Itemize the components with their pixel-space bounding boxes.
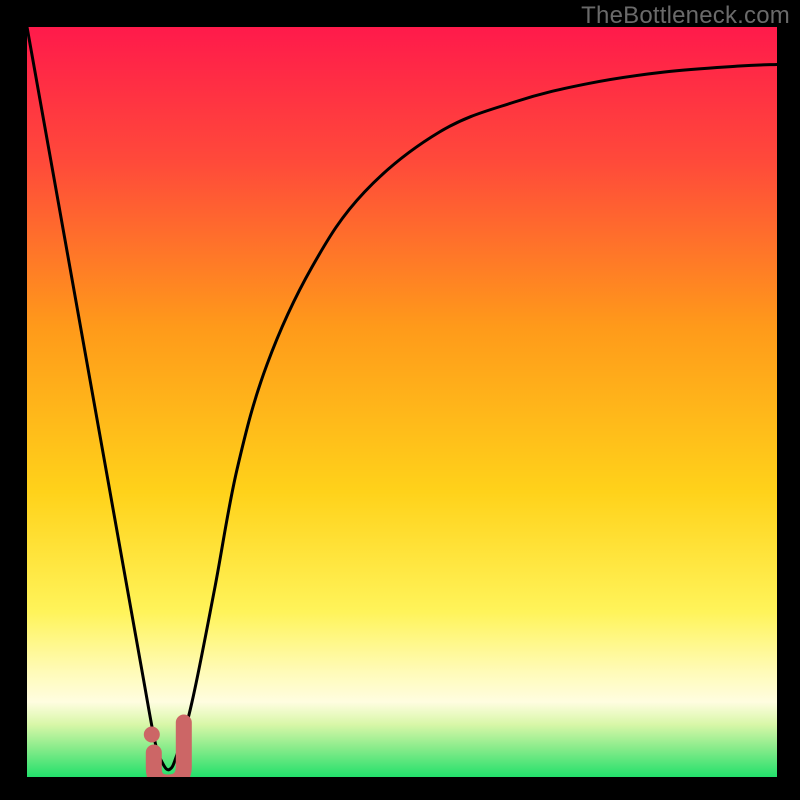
bottleneck-chart xyxy=(27,27,777,777)
watermark-text: TheBottleneck.com xyxy=(581,2,790,30)
chart-frame: TheBottleneck.com xyxy=(0,0,800,800)
